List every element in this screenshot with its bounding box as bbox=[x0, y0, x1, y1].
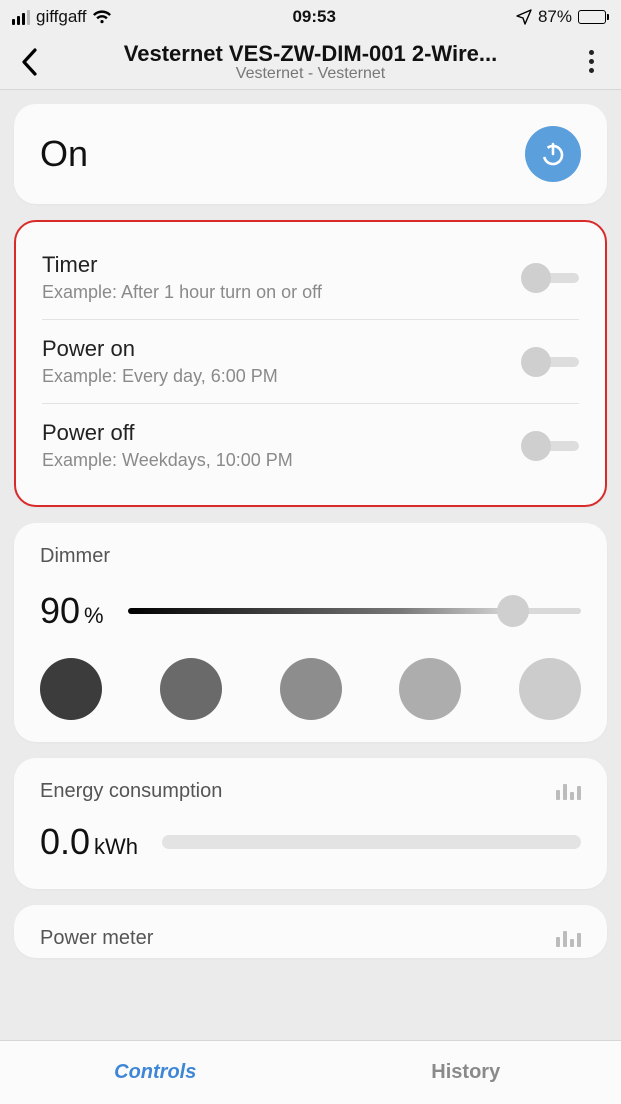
page-subtitle: Vesternet - Vesternet bbox=[50, 65, 571, 83]
timers-card: Timer Example: After 1 hour turn on or o… bbox=[14, 220, 607, 507]
power-off-row[interactable]: Power off Example: Weekdays, 10:00 PM bbox=[42, 403, 579, 487]
slider-thumb[interactable] bbox=[497, 595, 529, 627]
status-bar: giffgaff 09:53 87% bbox=[0, 0, 621, 34]
dimmer-title: Dimmer bbox=[40, 545, 581, 568]
timer-subtitle: Example: After 1 hour turn on or off bbox=[42, 282, 322, 303]
location-icon bbox=[516, 9, 532, 25]
dimmer-value: 90% bbox=[40, 590, 104, 632]
dimmer-preset-3[interactable] bbox=[280, 658, 342, 720]
power-on-row[interactable]: Power on Example: Every day, 6:00 PM bbox=[42, 319, 579, 403]
content-scroll[interactable]: On Timer Example: After 1 hour turn on o… bbox=[0, 90, 621, 1040]
chart-icon[interactable] bbox=[556, 784, 581, 800]
power-state-card: On bbox=[14, 104, 607, 204]
tab-history[interactable]: History bbox=[311, 1041, 621, 1104]
clock: 09:53 bbox=[292, 7, 335, 27]
dimmer-preset-5[interactable] bbox=[519, 658, 581, 720]
chart-icon[interactable] bbox=[556, 931, 581, 947]
page-title: Vesternet VES-ZW-DIM-001 2-Wire... bbox=[50, 41, 571, 67]
timer-toggle[interactable] bbox=[521, 263, 579, 293]
power-off-title: Power off bbox=[42, 420, 293, 446]
power-off-toggle[interactable] bbox=[521, 431, 579, 461]
power-meter-title: Power meter bbox=[40, 927, 153, 950]
dimmer-slider[interactable] bbox=[128, 596, 581, 626]
timer-title: Timer bbox=[42, 252, 322, 278]
energy-title: Energy consumption bbox=[40, 780, 222, 803]
wifi-icon bbox=[92, 10, 112, 24]
power-off-subtitle: Example: Weekdays, 10:00 PM bbox=[42, 450, 293, 471]
power-icon bbox=[539, 140, 567, 168]
vertical-dots-icon bbox=[589, 50, 594, 73]
cell-signal-icon bbox=[12, 10, 30, 25]
power-on-toggle[interactable] bbox=[521, 347, 579, 377]
power-meter-card: Power meter bbox=[14, 905, 607, 958]
energy-value: 0.0kWh bbox=[40, 821, 138, 863]
tab-bar: Controls History bbox=[0, 1040, 621, 1104]
battery-icon bbox=[578, 10, 609, 24]
power-on-title: Power on bbox=[42, 336, 278, 362]
chevron-left-icon bbox=[21, 48, 39, 76]
power-toggle-button[interactable] bbox=[525, 126, 581, 182]
energy-card: Energy consumption 0.0kWh bbox=[14, 758, 607, 889]
dimmer-preset-2[interactable] bbox=[160, 658, 222, 720]
energy-bar bbox=[162, 835, 581, 849]
power-state-label: On bbox=[40, 133, 88, 175]
power-on-subtitle: Example: Every day, 6:00 PM bbox=[42, 366, 278, 387]
back-button[interactable] bbox=[10, 42, 50, 82]
dimmer-preset-4[interactable] bbox=[399, 658, 461, 720]
dimmer-presets bbox=[40, 658, 581, 720]
more-button[interactable] bbox=[571, 42, 611, 82]
nav-bar: Vesternet VES-ZW-DIM-001 2-Wire... Veste… bbox=[0, 34, 621, 90]
tab-controls[interactable]: Controls bbox=[0, 1041, 311, 1104]
timer-row[interactable]: Timer Example: After 1 hour turn on or o… bbox=[42, 236, 579, 319]
dimmer-card: Dimmer 90% bbox=[14, 523, 607, 742]
battery-percent: 87% bbox=[538, 7, 572, 27]
carrier-label: giffgaff bbox=[36, 7, 86, 27]
dimmer-preset-1[interactable] bbox=[40, 658, 102, 720]
